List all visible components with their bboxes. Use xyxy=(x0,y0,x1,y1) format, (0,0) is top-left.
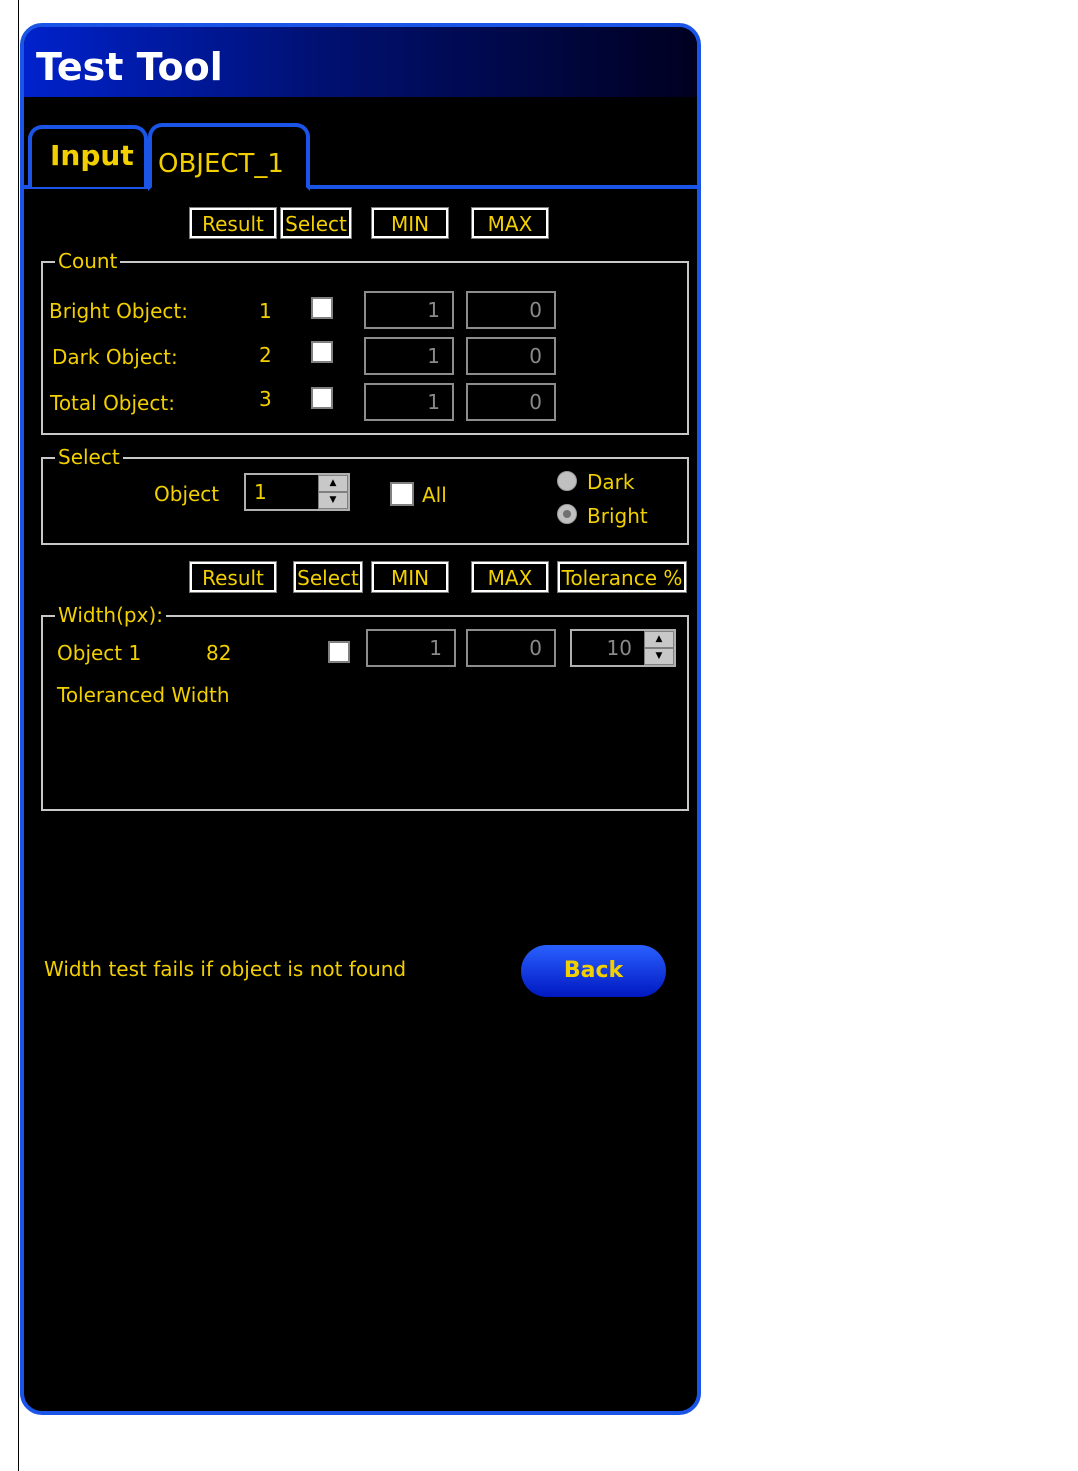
object-1-label: Object 1 xyxy=(57,641,142,665)
tolerance-spinner-value: 10 xyxy=(606,636,632,660)
object-spinner-value: 1 xyxy=(254,480,267,504)
bright-object-result: 1 xyxy=(259,299,272,323)
dark-object-min-field[interactable]: 1 xyxy=(364,337,454,375)
tolerance-spinner-buttons: ▲ ▼ xyxy=(644,631,674,665)
title-bar: Test Tool xyxy=(24,27,697,97)
all-label: All xyxy=(422,483,447,507)
dark-radio-label: Dark xyxy=(587,470,635,494)
total-object-max-field[interactable]: 0 xyxy=(466,383,556,421)
bright-radio[interactable] xyxy=(557,504,577,524)
bright-object-min-field[interactable]: 1 xyxy=(364,291,454,329)
bright-radio-label: Bright xyxy=(587,504,648,528)
width-group-title: Width(px): xyxy=(55,603,166,627)
object-1-max-field[interactable]: 0 xyxy=(466,629,556,667)
tolerance-spinner[interactable]: 10 ▲ ▼ xyxy=(570,629,676,667)
test-tool-window: Test Tool Input OBJECT_1 Result Select M… xyxy=(20,23,701,1415)
toleranced-width-label: Toleranced Width xyxy=(57,683,230,707)
total-object-result: 3 xyxy=(259,387,272,411)
object-1-select-checkbox[interactable] xyxy=(328,641,350,663)
count-result-header[interactable]: Result xyxy=(189,207,277,239)
width-max-header[interactable]: MAX xyxy=(471,561,549,593)
count-group-title: Count xyxy=(55,249,121,273)
total-object-label: Total Object: xyxy=(50,391,175,415)
spin-down-icon[interactable]: ▼ xyxy=(644,648,674,665)
select-group-title: Select xyxy=(55,445,123,469)
object-1-width-result: 82 xyxy=(206,641,232,665)
left-border-line xyxy=(18,0,19,1471)
dark-object-label: Dark Object: xyxy=(52,345,178,369)
spin-up-icon[interactable]: ▲ xyxy=(644,631,674,648)
width-tolerance-header[interactable]: Tolerance % xyxy=(557,561,687,593)
dark-object-max-field[interactable]: 0 xyxy=(466,337,556,375)
bright-object-select-checkbox[interactable] xyxy=(311,297,333,319)
width-test-note: Width test fails if object is not found xyxy=(44,957,407,981)
total-object-min-field[interactable]: 1 xyxy=(364,383,454,421)
all-checkbox[interactable] xyxy=(390,482,414,506)
count-min-header[interactable]: MIN xyxy=(371,207,449,239)
width-min-header[interactable]: MIN xyxy=(371,561,449,593)
spin-down-icon[interactable]: ▼ xyxy=(318,492,348,509)
tab-input[interactable]: Input xyxy=(28,125,148,187)
count-max-header[interactable]: MAX xyxy=(471,207,549,239)
object-spinner-buttons: ▲ ▼ xyxy=(318,475,348,509)
tab-object-1[interactable]: OBJECT_1 xyxy=(148,123,310,191)
window-title: Test Tool xyxy=(36,45,223,89)
width-result-header[interactable]: Result xyxy=(189,561,277,593)
dark-object-result: 2 xyxy=(259,343,272,367)
bright-object-label: Bright Object: xyxy=(49,299,188,323)
dark-object-select-checkbox[interactable] xyxy=(311,341,333,363)
bright-object-max-field[interactable]: 0 xyxy=(466,291,556,329)
total-object-select-checkbox[interactable] xyxy=(311,387,333,409)
count-select-header[interactable]: Select xyxy=(280,207,352,239)
width-select-header[interactable]: Select xyxy=(293,561,363,593)
spin-up-icon[interactable]: ▲ xyxy=(318,475,348,492)
object-spinner[interactable]: 1 ▲ ▼ xyxy=(244,473,350,511)
back-button[interactable]: Back xyxy=(521,945,666,997)
object-label: Object xyxy=(154,482,220,506)
object-1-min-field[interactable]: 1 xyxy=(366,629,456,667)
dark-radio[interactable] xyxy=(557,471,577,491)
